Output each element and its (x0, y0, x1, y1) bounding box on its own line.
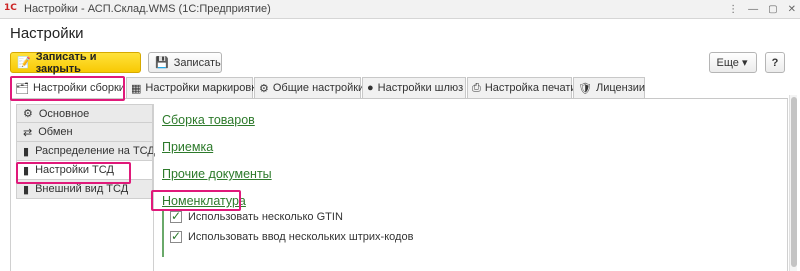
checkbox-row-multiple-barcodes[interactable]: Использовать ввод нескольких штрих-кодов (170, 229, 414, 243)
handheld-device-icon: ▮ (23, 145, 30, 158)
close-icon[interactable]: ✕ (788, 4, 796, 15)
save-close-icon: 📝 (17, 57, 31, 69)
link-nomenclature[interactable]: Номенклатура (162, 194, 246, 208)
save-label: Записать (173, 56, 221, 69)
sidebar-item-tsd-distribution[interactable]: ▮ Распределение на ТСД (16, 142, 155, 161)
sidebar-item-tsd-appearance[interactable]: ▮ Внешний вид ТСД (16, 180, 153, 199)
tab-label: Настройка печати (484, 82, 577, 94)
tab-print-settings[interactable]: ⎙ Настройка печати (467, 77, 577, 98)
help-button[interactable]: ? (765, 52, 785, 73)
window-menu-icon[interactable]: ⋮ (728, 4, 738, 15)
window-title: Настройки - АСП.Склад.WMS (1С:Предприяти… (24, 3, 271, 15)
gateway-icon: ● (367, 82, 374, 94)
sidebar-item-label: Внешний вид ТСД (35, 183, 129, 195)
tab-marking-settings[interactable]: ▦ Настройки маркировки (126, 77, 262, 98)
tab-licenses[interactable]: 🛡 Лицензии (573, 77, 645, 98)
tab-build-settings[interactable]: 🗂 Настройки сборки (10, 77, 125, 98)
tab-strip: 🗂 Настройки сборки ▦ Настройки маркировк… (10, 77, 646, 98)
scrollbar-thumb[interactable] (791, 97, 797, 267)
tab-label: Лицензии (595, 82, 646, 94)
sidebar-divider (153, 104, 154, 271)
sidebar-item-label: Основное (38, 107, 90, 120)
exchange-icon: ⇄ (23, 126, 33, 139)
printer-icon: ⎙ (472, 81, 481, 94)
sidebar-item-label: Распределение на ТСД (35, 145, 155, 157)
window-titlebar: 1С Настройки - АСП.Склад.WMS (1С:Предпри… (0, 0, 800, 19)
vertical-scrollbar[interactable] (789, 95, 797, 271)
help-label: ? (771, 56, 779, 69)
settings-sidebar: ⚙ Основное ⇄ Обмен ▮ Распределение на ТС… (16, 104, 155, 199)
tab-label: Настройки маркировки (145, 82, 263, 94)
save-and-close-button[interactable]: 📝 Записать и закрыть (10, 50, 141, 75)
more-label: Еще ▾ (716, 57, 748, 69)
nomenclature-group-marker (162, 210, 164, 257)
multiple-gtin-checkbox[interactable] (170, 209, 182, 223)
handheld-device-icon: ▮ (23, 183, 30, 196)
tab-label: Настройки шлюз (377, 82, 464, 94)
maximize-icon[interactable]: ▢ (768, 4, 777, 15)
gear-icon: ⚙ (259, 82, 269, 95)
tab-label: Общие настройки (272, 82, 365, 94)
link-receiving[interactable]: Приемка (162, 140, 213, 154)
page-title: Настройки (10, 25, 84, 42)
sidebar-item-label: Обмен (38, 126, 73, 138)
checkbox-label: Использовать несколько GTIN (188, 211, 343, 223)
gear-icon: ⚙ (23, 108, 33, 120)
checkbox-row-multiple-gtin[interactable]: Использовать несколько GTIN (170, 209, 343, 223)
minimize-icon[interactable]: — (748, 4, 758, 15)
multiple-barcodes-checkbox[interactable] (170, 229, 182, 243)
license-shield-icon: 🛡 (578, 82, 592, 95)
save-button[interactable]: 💾 Записать (148, 52, 222, 73)
tab-label: Настройки сборки (32, 82, 125, 94)
tab-general-settings[interactable]: ⚙ Общие настройки (254, 77, 365, 98)
handheld-device-icon: ▮ (23, 164, 30, 177)
qr-code-icon: ▦ (131, 82, 142, 95)
link-other-documents[interactable]: Прочие документы (162, 167, 272, 181)
sidebar-item-exchange[interactable]: ⇄ Обмен (16, 123, 153, 142)
save-and-close-label: Записать и закрыть (35, 50, 97, 75)
sidebar-item-label: Настройки ТСД (35, 164, 114, 176)
sidebar-item-tsd-settings[interactable]: ▮ Настройки ТСД (16, 161, 153, 180)
window-controls: ⋮ — ▢ ✕ (728, 1, 796, 18)
more-button[interactable]: Еще ▾ (709, 52, 757, 73)
sidebar-item-basic[interactable]: ⚙ Основное (16, 104, 153, 123)
app-logo-icon: 1С (4, 3, 17, 13)
checkbox-label: Использовать ввод нескольких штрих-кодов (188, 231, 414, 243)
save-icon: 💾 (155, 57, 169, 69)
build-settings-icon: 🗂 (15, 82, 29, 95)
link-goods-assembly[interactable]: Сборка товаров (162, 113, 255, 127)
tab-gateway-settings[interactable]: ● Настройки шлюз (362, 77, 466, 98)
